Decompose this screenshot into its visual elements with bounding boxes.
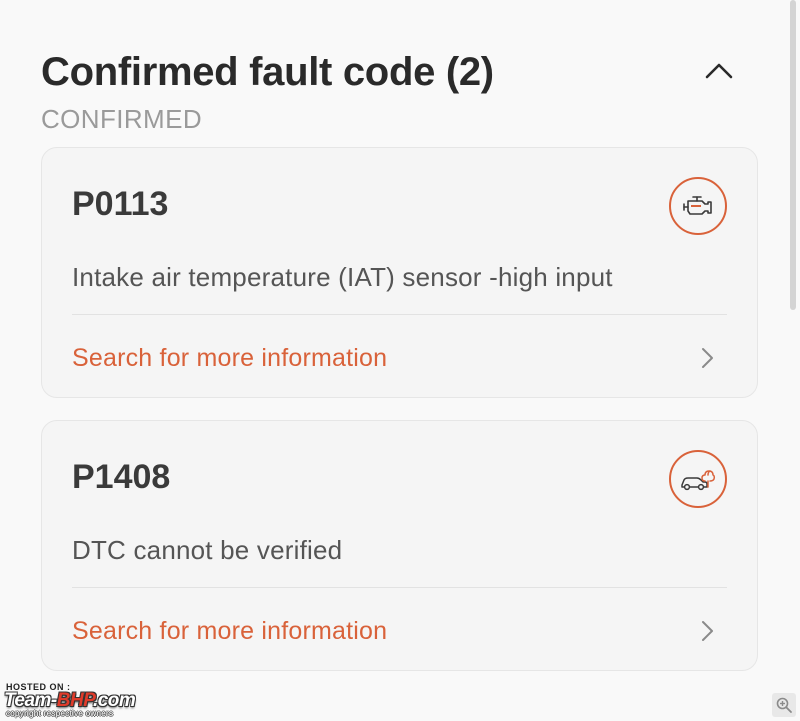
- engine-icon: [683, 196, 712, 215]
- chevron-up-icon: [705, 63, 733, 79]
- divider: [72, 587, 727, 588]
- fault-description: Intake air temperature (IAT) sensor -hig…: [72, 262, 613, 292]
- chevron-right-icon: [702, 621, 713, 641]
- section-title: Confirmed fault code (2): [41, 50, 494, 94]
- fault-description: DTC cannot be verified: [72, 535, 343, 565]
- watermark-brand-highlight: BHP: [56, 690, 94, 711]
- section-subtitle: CONFIRMED: [41, 104, 203, 134]
- search-more-info-link[interactable]: Search for more information: [72, 330, 727, 386]
- watermark-copyright: copyright respective owners: [6, 709, 114, 718]
- engine-icon-badge: [669, 177, 727, 235]
- zoom-in-icon: [776, 697, 792, 713]
- team-bhp-watermark: HOSTED ON : Team-BHP.com copyright respe…: [4, 682, 194, 718]
- search-more-info-label: Search for more information: [72, 344, 388, 372]
- fault-code-card: P1408 DTC cannot be verified Search for …: [41, 420, 758, 671]
- watermark-brand-suffix: .com: [92, 690, 136, 711]
- car-emission-icon-badge: [669, 450, 727, 508]
- search-more-info-link[interactable]: Search for more information: [72, 603, 727, 659]
- collapse-button[interactable]: [701, 54, 737, 90]
- chevron-right-icon: [702, 348, 713, 368]
- fault-code-card: P0113 Intake air temperature (IAT) senso…: [41, 147, 758, 398]
- fault-code: P0113: [72, 185, 169, 223]
- car-emission-icon: [681, 470, 716, 491]
- fault-code: P1408: [72, 458, 171, 496]
- section-header: Confirmed fault code (2) CONFIRMED: [41, 48, 740, 138]
- search-more-info-label: Search for more information: [72, 617, 388, 645]
- zoom-button[interactable]: [772, 693, 796, 717]
- divider: [72, 314, 727, 315]
- scrollbar[interactable]: [790, 0, 796, 310]
- watermark-brand-prefix: Team-: [4, 690, 57, 711]
